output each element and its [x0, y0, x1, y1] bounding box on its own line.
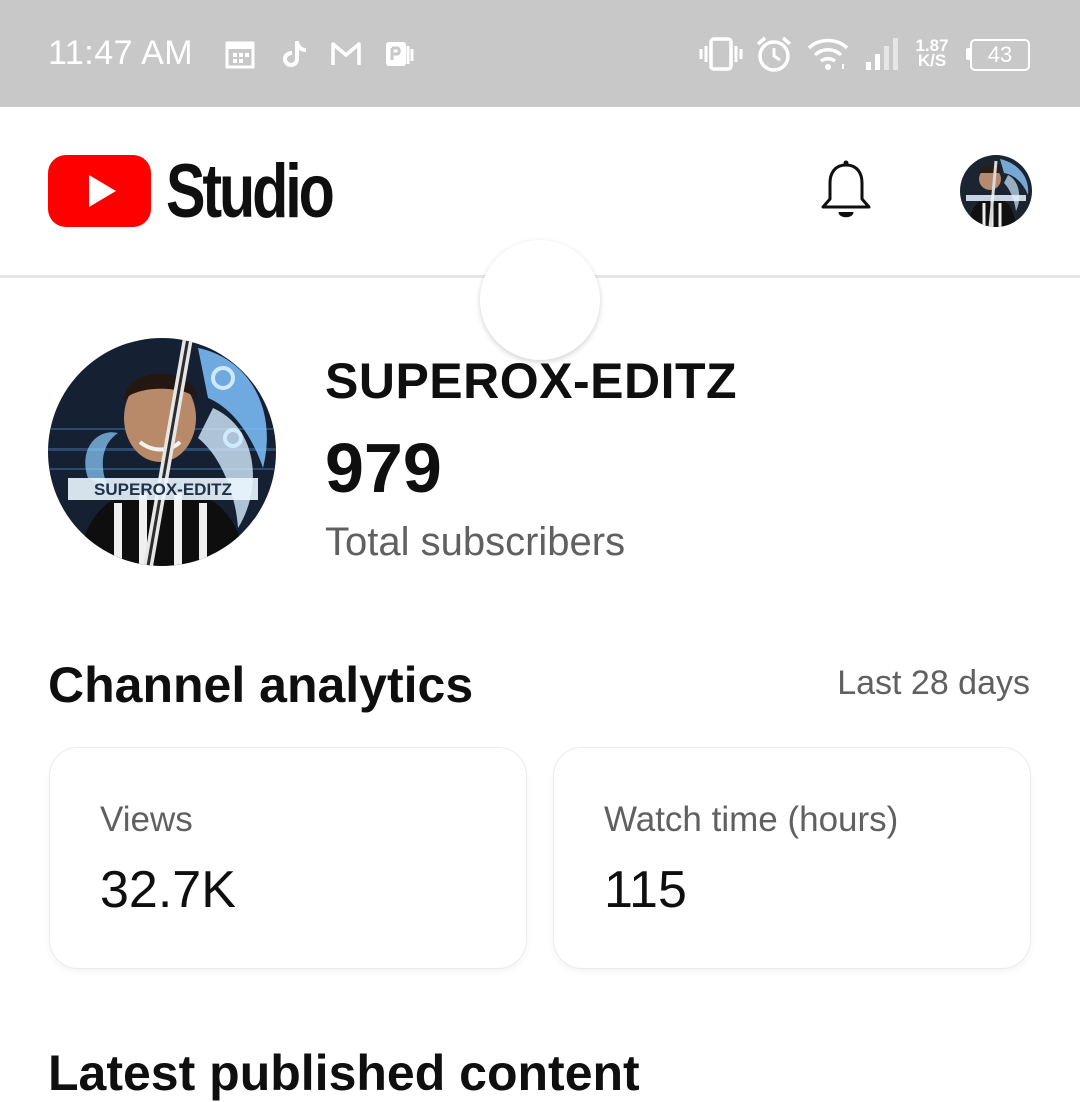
youtube-logo-icon[interactable] — [48, 155, 151, 227]
avatar-image — [960, 155, 1032, 227]
views-card[interactable]: Views 32.7K — [50, 748, 526, 968]
network-speed-unit: K/S — [917, 51, 947, 70]
battery-level: 43 — [987, 42, 1013, 67]
views-label: Views — [100, 800, 193, 839]
signal-icon — [866, 38, 898, 70]
latest-content-title: Latest published content — [48, 1045, 640, 1101]
account-avatar[interactable] — [960, 155, 1032, 227]
notifications-bell-icon[interactable] — [818, 159, 874, 223]
channel-avatar-image: SUPEROX-EDITZ — [48, 338, 276, 566]
watch-time-card[interactable]: Watch time (hours) 115 — [554, 748, 1030, 968]
svg-text:SUPEROX-EDITZ: SUPEROX-EDITZ — [94, 480, 232, 499]
analytics-range-label: Last 28 days — [837, 664, 1030, 702]
pull-refresh-indicator — [480, 240, 600, 360]
views-value: 32.7K — [100, 861, 236, 919]
calendar-icon — [225, 41, 255, 69]
channel-name: SUPEROX-EDITZ — [325, 353, 738, 409]
wps-icon — [386, 42, 414, 66]
subscriber-count: 979 — [325, 429, 442, 507]
wifi-icon — [807, 38, 849, 70]
status-time: 11:47 AM — [48, 34, 194, 72]
channel-avatar[interactable]: SUPEROX-EDITZ — [48, 338, 276, 566]
gmail-icon — [331, 42, 361, 65]
watch-time-label: Watch time (hours) — [604, 800, 899, 839]
channel-analytics-title: Channel analytics — [48, 657, 474, 713]
battery-icon: 43 — [966, 39, 1030, 71]
network-speed: 1.87 K/S — [912, 37, 952, 70]
tiktok-icon — [283, 41, 306, 67]
app-title: Studio — [166, 149, 335, 234]
alarm-icon — [756, 36, 792, 72]
vibrate-icon — [699, 37, 743, 71]
subscriber-label: Total subscribers — [325, 520, 626, 564]
watch-time-value: 115 — [604, 861, 687, 919]
status-bar: 11:47 AM 1.87 K/S 43 — [0, 0, 1080, 107]
